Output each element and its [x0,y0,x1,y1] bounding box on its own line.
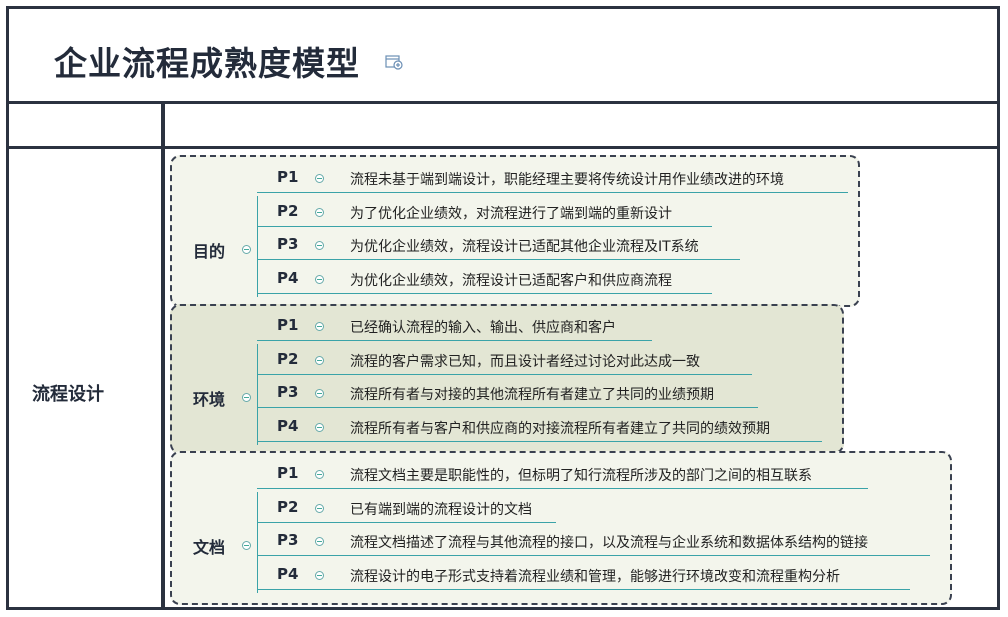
topic-underline [257,589,910,591]
level-description: 流程文档主要是职能性的，但标明了知行流程所涉及的部门之间的相互联系 [350,468,812,484]
collapse-toggle-icon[interactable] [315,322,324,331]
level-code: P1 [277,464,299,482]
level-description: 已有端到端的流程设计的文档 [350,501,532,518]
level-description: 流程文档描述了流程与其他流程的接口，以及流程与企业系统和数据体系结构的链接 [350,535,868,552]
level-code: P3 [277,531,299,550]
level-description: 为优化企业绩效，流程设计已适配其他企业流程及IT系统 [350,239,699,256]
topic-underline [257,225,712,227]
collapse-toggle-icon[interactable] [242,541,251,550]
level-code: P3 [277,235,299,254]
divider-header [6,146,1000,149]
level-code: P2 [277,497,299,516]
row-label: 流程设计 [32,384,104,405]
topic-underline [257,407,758,409]
topic-underline [257,555,930,557]
branch-connector [257,344,258,446]
collapse-toggle-icon[interactable] [315,207,324,217]
page-title: 企业流程成熟度模型 [54,44,360,83]
topic-underline [257,441,822,443]
level-description: 为了优化企业绩效，对流程进行了端到端的重新设计 [350,205,672,222]
topic-underline [257,259,740,261]
branch-connector [257,492,258,594]
category-label: 环境 [193,390,226,409]
level-description: 流程未基于端到端设计，职能经理主要将传统设计用作业绩改进的环境 [350,172,784,188]
level-code: P1 [277,316,299,334]
level-code: P4 [277,565,299,584]
collapse-toggle-icon[interactable] [315,470,324,479]
level-description: 流程设计的电子形式支持着流程业绩和管理，能够进行环境改变和流程重构分析 [350,569,840,586]
level-code: P4 [277,269,299,288]
level-description: 已经确认流程的输入、输出、供应商和客户 [350,320,616,336]
divider-top [6,101,1000,104]
topic-underline [257,521,556,523]
topic-underline [257,340,652,341]
collapse-toggle-icon[interactable] [315,355,324,365]
branch-connector [257,196,258,298]
level-code: P3 [277,383,299,402]
collapse-toggle-icon[interactable] [242,245,251,254]
topic-underline [257,293,712,295]
collapse-toggle-icon[interactable] [315,174,324,183]
level-code: P2 [277,201,299,220]
topic-underline [257,192,848,193]
note-icon[interactable] [385,54,403,70]
collapse-toggle-icon[interactable] [315,503,324,513]
collapse-toggle-icon[interactable] [242,393,251,402]
column-divider [161,103,165,609]
category-label: 目的 [193,242,226,261]
topic-underline [257,488,868,489]
level-description: 流程的客户需求已知，而且设计者经过讨论对此达成一致 [350,353,700,370]
level-description: 流程所有者与客户和供应商的对接流程所有者建立了共同的绩效预期 [350,421,770,438]
category-label: 文档 [193,538,226,557]
level-code: P4 [277,417,299,436]
level-description: 流程所有者与对接的其他流程所有者建立了共同的业绩预期 [350,387,714,404]
level-code: P2 [277,349,299,368]
title-bar: 企业流程成熟度模型 [9,9,997,101]
topic-underline [257,373,752,375]
level-code: P1 [277,168,299,186]
level-description: 为优化企业绩效，流程设计已适配客户和供应商流程 [350,273,672,290]
